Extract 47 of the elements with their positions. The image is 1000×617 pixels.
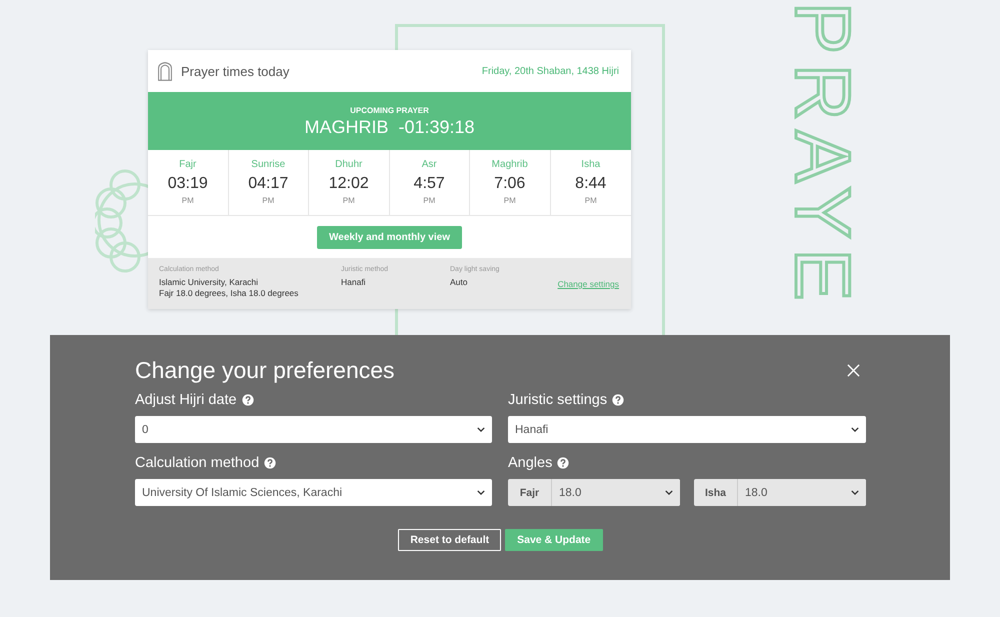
hijri-date: Friday, 20th Shaban, 1438 Hijri [482, 66, 619, 76]
arch-icon [157, 60, 173, 82]
panel-title: Change your preferences [135, 357, 395, 384]
time-period: PM [504, 196, 516, 205]
card-title: Prayer times today [181, 64, 290, 78]
setting-value: Hanafi [341, 277, 367, 288]
prayer-name: Sunrise [251, 159, 286, 170]
prayer-time: 12:02 [328, 175, 369, 193]
field-label: Calculation method [135, 455, 260, 471]
field-label: Angles [508, 455, 552, 471]
setting-value: Fajr 18.0 degrees, Isha 18.0 degrees [159, 288, 300, 299]
prayer-name: Asr [422, 159, 437, 170]
time-period: PM [342, 196, 355, 205]
prayer-time: 8:44 [575, 175, 606, 193]
dropdown-field[interactable]: 0 [135, 416, 492, 443]
chevron-down-icon [851, 427, 859, 432]
time-period: PM [423, 196, 436, 205]
help-icon[interactable] [612, 394, 624, 406]
help-icon[interactable] [242, 394, 254, 406]
time-period: PM [584, 196, 597, 205]
prayer-name: Fajr [179, 159, 196, 170]
upcoming-countdown: MAGHRIB -01:39:18 [304, 117, 475, 138]
chevron-down-icon [851, 490, 859, 495]
dropdown-field[interactable]: Hanafi [508, 416, 866, 443]
upcoming-label: UPCOMING PRAYER [350, 106, 429, 115]
chevron-down-icon [665, 490, 673, 495]
field-label: Juristic settings [508, 392, 608, 408]
close-icon[interactable] [847, 364, 860, 377]
prayer-name: Maghrib [492, 159, 528, 170]
help-icon[interactable] [557, 457, 570, 469]
prayer-time: 7:06 [494, 175, 526, 193]
prayer-time: 03:19 [168, 175, 208, 193]
setting-value: Islamic University, Karachi [159, 277, 260, 288]
chevron-down-icon [477, 490, 485, 495]
prayer-time: 04:17 [248, 175, 288, 193]
help-icon[interactable] [264, 457, 276, 469]
prayer-name: Dhuhr [335, 159, 362, 170]
dropdown-field[interactable]: University Of Islamic Sciences, Karachi [135, 479, 492, 506]
backdrop-lettering: PRAYE [784, 2, 862, 311]
prayer-name: Isha [581, 159, 600, 170]
chevron-down-icon [477, 427, 485, 432]
field-label: Adjust Hijri date [135, 392, 237, 408]
setting-value: Auto [450, 277, 468, 288]
prayer-time: 4:57 [414, 175, 445, 193]
time-period: PM [182, 196, 194, 205]
reset-button[interactable]: Reset to default [398, 529, 502, 551]
time-period: PM [262, 196, 274, 205]
